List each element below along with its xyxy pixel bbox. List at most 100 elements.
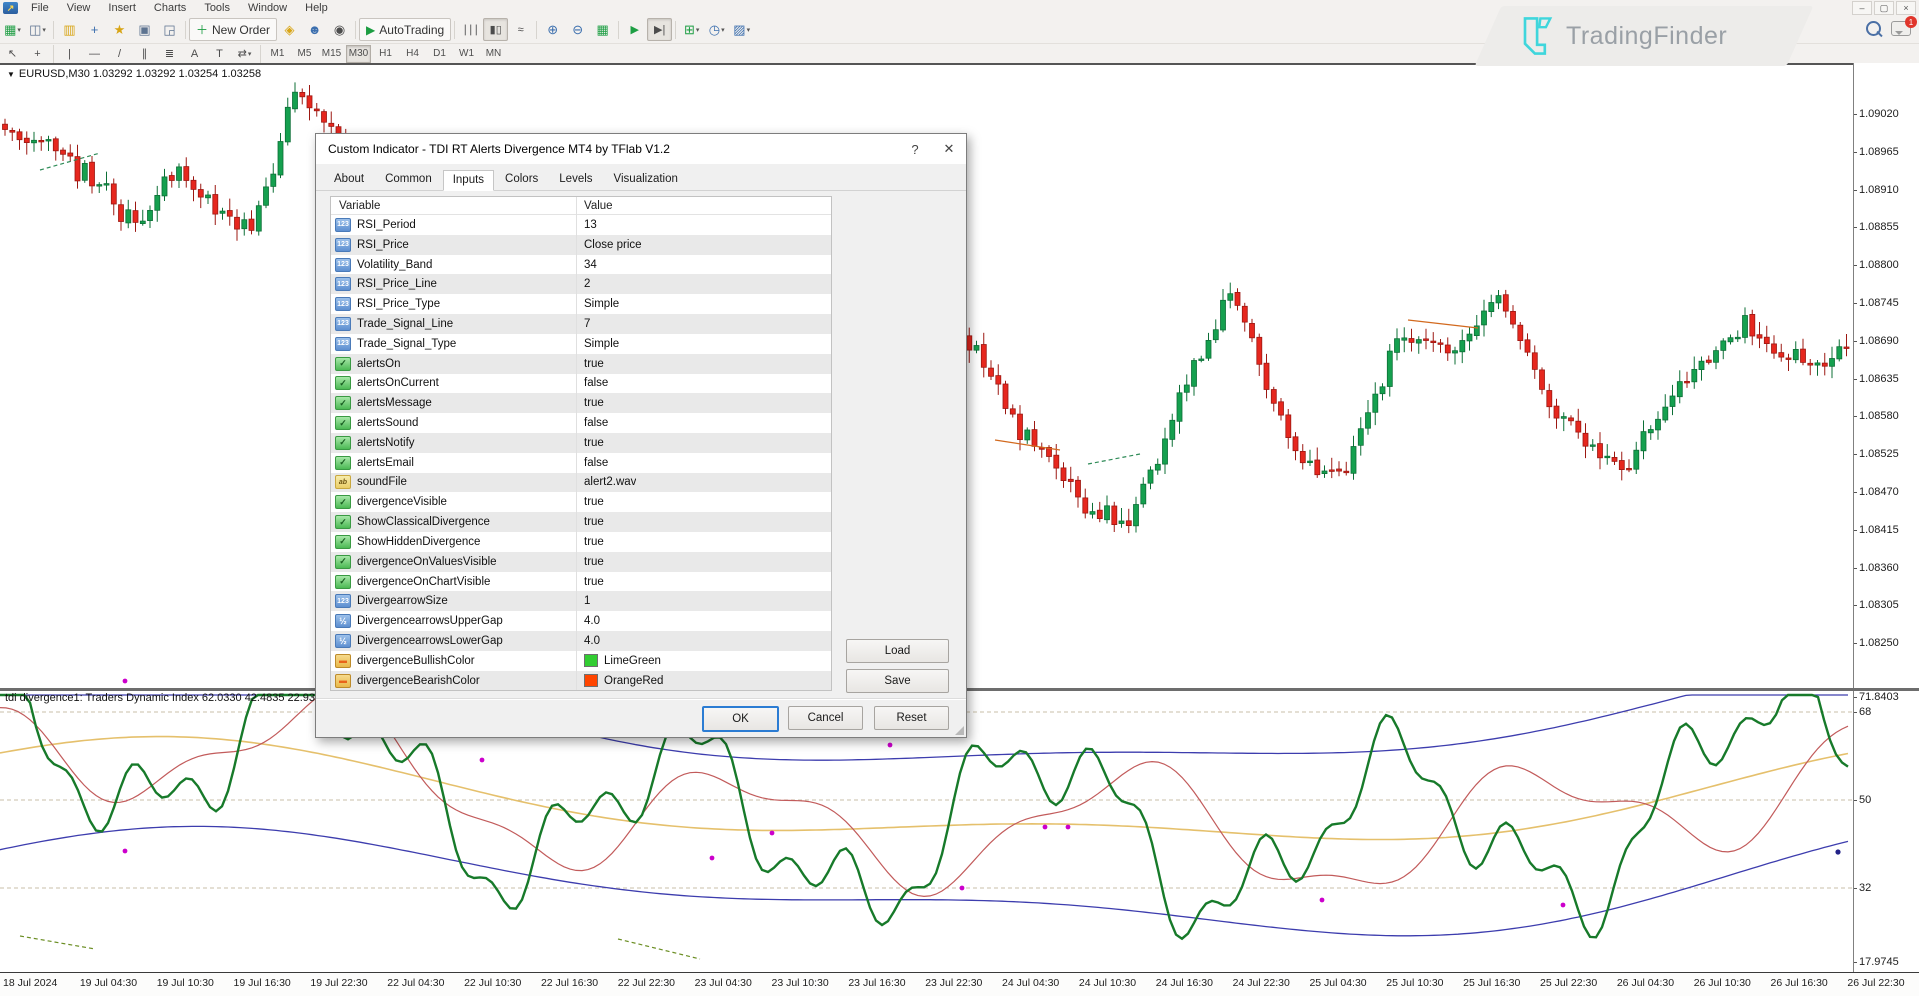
dialog-tabs: AboutCommonInputsColorsLevelsVisualizati…: [316, 164, 966, 191]
timeframe-mn[interactable]: MN: [481, 45, 506, 63]
menu-help[interactable]: Help: [296, 1, 337, 15]
table-row[interactable]: 123Trade_Signal_TypeSimple: [331, 334, 831, 354]
table-row[interactable]: 123RSI_Period13: [331, 215, 831, 235]
symbol-info[interactable]: ▼EURUSD,M30 1.03292 1.03292 1.03254 1.03…: [7, 68, 261, 80]
tab-inputs[interactable]: Inputs: [443, 170, 494, 191]
zoom-out-button[interactable]: ⊖: [565, 18, 590, 41]
table-row[interactable]: ✓divergenceOnChartVisibletrue: [331, 572, 831, 592]
autotrading-button[interactable]: ▶AutoTrading: [359, 18, 451, 41]
close-window-button[interactable]: ×: [1896, 1, 1916, 15]
timeframe-m15[interactable]: M15: [319, 45, 344, 63]
table-row[interactable]: ½DivergencearrowsLowerGap4.0: [331, 631, 831, 651]
table-row[interactable]: 123DivergearrowSize1: [331, 591, 831, 611]
dialog-close-button[interactable]: ✕: [932, 134, 966, 164]
periods-button[interactable]: ◷▾: [704, 18, 729, 41]
new-chart-button[interactable]: ▦▾: [0, 18, 25, 41]
terminal-button[interactable]: ▣: [132, 18, 157, 41]
search-icon[interactable]: [1866, 21, 1881, 36]
table-row[interactable]: ✓ShowClassicalDivergencetrue: [331, 512, 831, 532]
table-row[interactable]: ▬divergenceBullishColorLimeGreen: [331, 651, 831, 671]
time-axis[interactable]: 18 Jul 202419 Jul 04:3019 Jul 10:3019 Ju…: [0, 972, 1919, 996]
table-row[interactable]: 123Volatility_Band34: [331, 255, 831, 275]
chart-shift-button[interactable]: ▶|: [647, 18, 672, 41]
dialog-help-button[interactable]: ?: [898, 134, 932, 164]
fibonacci-button[interactable]: ≣: [157, 42, 182, 65]
table-row[interactable]: ✓alertsSoundfalse: [331, 413, 831, 433]
price-axis[interactable]: 1.090201.089651.089101.088551.088001.087…: [1853, 63, 1919, 974]
timeframe-m30[interactable]: M30: [346, 45, 371, 63]
menu-insert[interactable]: Insert: [99, 1, 145, 15]
profiles-button[interactable]: ◫▾: [25, 18, 50, 41]
table-row[interactable]: 123RSI_Price_TypeSimple: [331, 294, 831, 314]
save-button[interactable]: Save: [846, 669, 949, 693]
table-row[interactable]: ▬divergenceBearishColorOrangeRed: [331, 671, 831, 691]
load-button[interactable]: Load: [846, 639, 949, 663]
text-tool-button[interactable]: A: [182, 42, 207, 65]
inputs-table[interactable]: Variable Value 123RSI_Period13123RSI_Pri…: [330, 196, 832, 691]
candlestick-chart-button[interactable]: ▮▯: [483, 18, 508, 41]
table-row[interactable]: ½DivergencearrowsUpperGap4.0: [331, 611, 831, 631]
strategy-tester-button[interactable]: ◲: [157, 18, 182, 41]
chat-icon[interactable]: 1: [1891, 21, 1911, 36]
table-row[interactable]: 123RSI_PriceClose price: [331, 235, 831, 255]
market-watch-button[interactable]: ▥: [57, 18, 82, 41]
arrows-tool-button[interactable]: ⇄▾: [232, 42, 257, 65]
tab-visualization[interactable]: Visualization: [604, 169, 688, 190]
auto-scroll-button[interactable]: ▶: [622, 18, 647, 41]
menu-tools[interactable]: Tools: [195, 1, 239, 15]
menu-file[interactable]: File: [22, 1, 58, 15]
tab-common[interactable]: Common: [375, 169, 442, 190]
label-tool-button[interactable]: T: [207, 42, 232, 65]
menu-view[interactable]: View: [58, 1, 100, 15]
indicators-button[interactable]: ⊞▾: [679, 18, 704, 41]
community-button[interactable]: ☻: [302, 18, 327, 41]
table-row[interactable]: ✓alertsEmailfalse: [331, 453, 831, 473]
data-window-button[interactable]: +: [82, 18, 107, 41]
channel-button[interactable]: ∥: [132, 42, 157, 65]
timeframe-h1[interactable]: H1: [373, 45, 398, 63]
tab-about[interactable]: About: [324, 169, 374, 190]
table-row[interactable]: absoundFilealert2.wav: [331, 473, 831, 493]
templates-button[interactable]: ▨▾: [729, 18, 754, 41]
timeframe-d1[interactable]: D1: [427, 45, 452, 63]
restore-button[interactable]: ▢: [1874, 1, 1894, 15]
reset-button[interactable]: Reset: [874, 706, 949, 730]
menu-window[interactable]: Window: [239, 1, 296, 15]
dialog-title-bar[interactable]: Custom Indicator - TDI RT Alerts Diverge…: [316, 134, 966, 164]
table-row[interactable]: 123Trade_Signal_Line7: [331, 314, 831, 334]
horizontal-line-button[interactable]: —: [82, 42, 107, 65]
navigator-button[interactable]: ★: [107, 18, 132, 41]
cancel-button[interactable]: Cancel: [788, 706, 863, 730]
table-row[interactable]: 123RSI_Price_Line2: [331, 274, 831, 294]
timeframe-w1[interactable]: W1: [454, 45, 479, 63]
table-row[interactable]: ✓ShowHiddenDivergencetrue: [331, 532, 831, 552]
sound-button[interactable]: ◉: [327, 18, 352, 41]
timeframe-m1[interactable]: M1: [265, 45, 290, 63]
cursor-button[interactable]: ↖: [0, 42, 25, 65]
table-row[interactable]: ✓divergenceOnValuesVisibletrue: [331, 552, 831, 572]
bar-chart-button[interactable]: ∣∣∣: [458, 18, 483, 41]
ok-button[interactable]: OK: [702, 706, 779, 732]
table-row[interactable]: ✓alertsOntrue: [331, 354, 831, 374]
timeframe-m5[interactable]: M5: [292, 45, 317, 63]
table-row[interactable]: ✓alertsMessagetrue: [331, 393, 831, 413]
tile-windows-button[interactable]: ▦: [590, 18, 615, 41]
table-row[interactable]: ✓divergenceVisibletrue: [331, 492, 831, 512]
metaeditor-button[interactable]: ◈: [277, 18, 302, 41]
minimize-button[interactable]: –: [1852, 1, 1872, 15]
tab-colors[interactable]: Colors: [495, 169, 548, 190]
vertical-line-button[interactable]: |: [57, 42, 82, 65]
zoom-in-button[interactable]: ⊕: [540, 18, 565, 41]
crosshair-button[interactable]: +: [25, 42, 50, 65]
table-row[interactable]: ✓alertsNotifytrue: [331, 433, 831, 453]
resize-grip[interactable]: [955, 726, 964, 735]
variable-name: RSI_Price_Line: [357, 278, 437, 290]
variable-value: 7: [584, 318, 590, 330]
timeframe-h4[interactable]: H4: [400, 45, 425, 63]
menu-charts[interactable]: Charts: [145, 1, 195, 15]
tab-levels[interactable]: Levels: [549, 169, 602, 190]
new-order-button[interactable]: ＋New Order: [189, 18, 277, 41]
line-chart-button[interactable]: ≈: [508, 18, 533, 41]
table-row[interactable]: ✓alertsOnCurrentfalse: [331, 374, 831, 394]
trendline-button[interactable]: /: [107, 42, 132, 65]
